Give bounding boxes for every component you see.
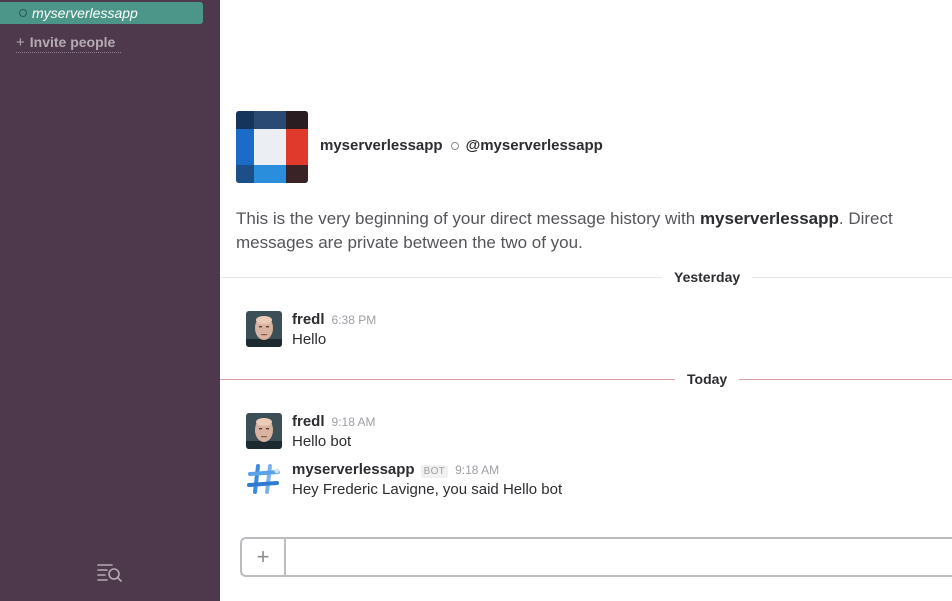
message-timestamp[interactable]: 9:18 AM: [332, 415, 376, 429]
sidebar-item-myserverlessapp[interactable]: myserverlessapp: [0, 2, 203, 24]
user-avatar[interactable]: [246, 413, 282, 449]
invite-people-link[interactable]: + Invite people: [16, 32, 122, 53]
presence-away-icon: [450, 141, 459, 150]
day-divider-label: Today: [675, 371, 740, 387]
bot-avatar[interactable]: [246, 461, 282, 497]
sidebar-item-label: myserverlessapp: [32, 5, 138, 21]
message-timestamp[interactable]: 6:38 PM: [332, 313, 377, 327]
message-composer: +: [240, 537, 952, 577]
message-text: Hello: [292, 331, 327, 348]
message-header: myserverlessapp BOT 9:18 AM: [292, 461, 499, 478]
day-divider-today: [220, 379, 952, 380]
plus-icon: +: [16, 33, 25, 51]
intro-header: myserverlessapp @myserverlessapp: [320, 137, 603, 154]
day-divider-yesterday: [220, 277, 952, 278]
message-pane: myserverlessapp @myserverlessapp This is…: [220, 0, 952, 601]
message-timestamp[interactable]: 9:18 AM: [455, 463, 499, 477]
plus-icon: +: [256, 544, 270, 569]
intro-description: This is the very beginning of your direc…: [236, 207, 916, 255]
intro-handle: @myserverlessapp: [465, 137, 603, 154]
intro-text-bold: myserverlessapp: [699, 209, 839, 228]
message-header: fredl 6:38 PM: [292, 311, 376, 328]
message-author[interactable]: fredl: [292, 311, 325, 328]
intro-app-name[interactable]: myserverlessapp: [320, 137, 443, 154]
message-header: fredl 9:18 AM: [292, 413, 376, 430]
message-author[interactable]: fredl: [292, 413, 325, 430]
search-list-icon[interactable]: [97, 562, 123, 582]
user-avatar[interactable]: [246, 311, 282, 347]
message-text: Hello bot: [292, 433, 352, 450]
intro-text-part: This is the very beginning of your direc…: [236, 209, 700, 228]
app-avatar-large: [236, 111, 308, 183]
message-input[interactable]: [286, 539, 952, 575]
presence-away-icon: [19, 9, 27, 17]
bot-badge: BOT: [420, 465, 449, 478]
message-text: Hey Frederic Lavigne, you said Hello bot: [292, 481, 563, 498]
message-author[interactable]: myserverlessapp: [292, 461, 415, 478]
sidebar: myserverlessapp + Invite people: [0, 0, 220, 601]
day-divider-label: Yesterday: [662, 269, 753, 285]
add-file-button[interactable]: +: [242, 539, 286, 575]
invite-people-label: Invite people: [29, 34, 116, 50]
